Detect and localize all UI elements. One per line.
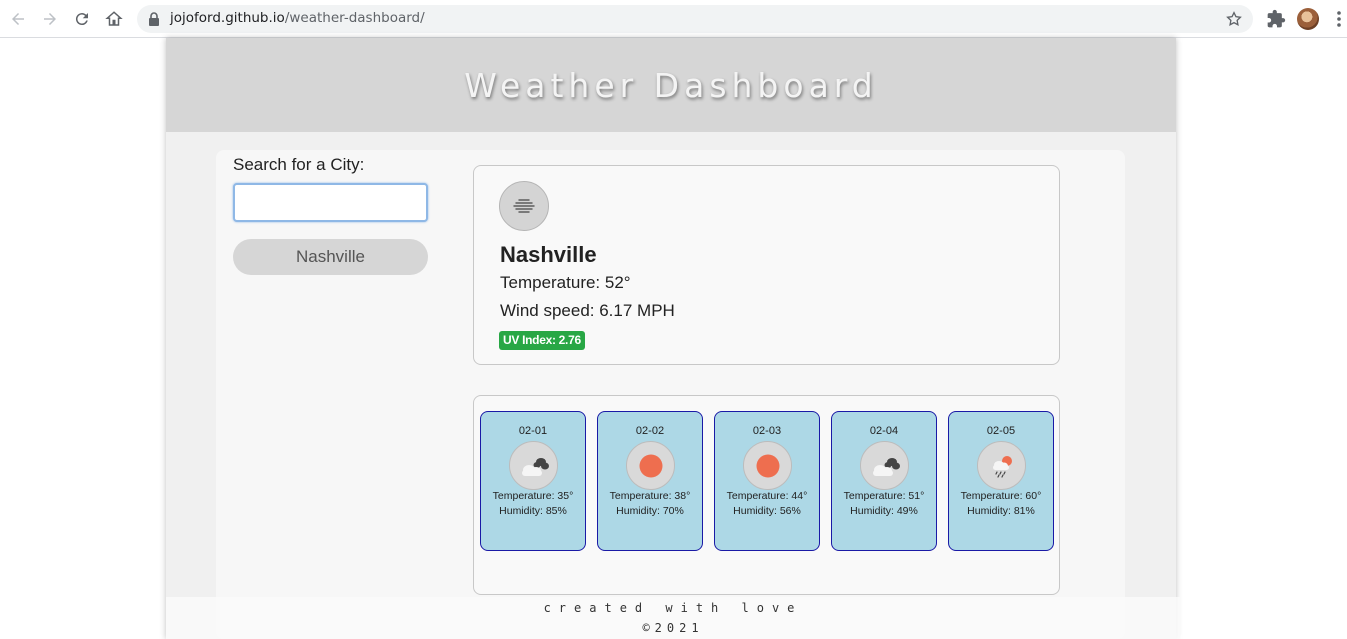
bookmark-star-icon[interactable] xyxy=(1225,10,1243,28)
url-text: jojoford.github.io/weather-dashboard/ xyxy=(170,10,425,26)
search-label: Search for a City: xyxy=(233,155,365,174)
forecast-temperature: Temperature: 38° xyxy=(609,490,691,502)
home-icon xyxy=(105,11,123,26)
sun-icon xyxy=(626,441,675,490)
page-title: Weather Dashboard xyxy=(464,65,878,105)
forecast-humidity: Humidity: 70% xyxy=(616,505,684,517)
current-city-name: Nashville xyxy=(500,242,597,267)
current-wind-speed: Wind speed: 6.17 MPH xyxy=(500,301,675,320)
cloudy-icon xyxy=(509,441,558,490)
url-host: jojoford.github.io xyxy=(170,10,285,26)
current-weather-card: Nashville Temperature: 52° Wind speed: 6… xyxy=(473,165,1060,365)
footer-tagline: created with love xyxy=(543,601,803,615)
forecast-humidity: Humidity: 56% xyxy=(733,505,801,517)
page: Weather Dashboard Search for a City: Nas… xyxy=(166,38,1176,639)
sun-icon xyxy=(743,441,792,490)
browser-toolbar: jojoford.github.io/weather-dashboard/ xyxy=(0,0,1347,38)
forecast-date: 02-01 xyxy=(518,425,548,437)
forecast-date: 02-04 xyxy=(869,425,899,437)
reload-button[interactable] xyxy=(70,7,94,31)
main-content: Search for a City: Nashville Nashville T… xyxy=(216,150,1125,639)
city-search-input[interactable] xyxy=(233,183,428,222)
forecast-date: 02-03 xyxy=(752,425,782,437)
rain-icon xyxy=(977,441,1026,490)
forecast-date: 02-02 xyxy=(635,425,665,437)
forecast-date: 02-05 xyxy=(986,425,1016,437)
forecast-humidity: Humidity: 81% xyxy=(967,505,1035,517)
forecast-card: 02-03 Temperature: 44° Humidity: 56% xyxy=(714,411,820,551)
forecast-temperature: Temperature: 51° xyxy=(843,490,925,502)
address-bar[interactable]: jojoford.github.io/weather-dashboard/ xyxy=(137,5,1253,33)
current-temperature: Temperature: 52° xyxy=(500,273,631,292)
home-button[interactable] xyxy=(102,7,126,31)
forecast-humidity: Humidity: 85% xyxy=(499,505,567,517)
forecast-card: 02-04 Temperature: 51° Humidity: 49% xyxy=(831,411,937,551)
url-path: /weather-dashboard/ xyxy=(284,10,425,26)
back-button[interactable] xyxy=(6,7,30,31)
forward-button[interactable] xyxy=(38,7,62,31)
profile-avatar[interactable] xyxy=(1297,8,1319,30)
reload-icon xyxy=(75,13,88,26)
forecast-temperature: Temperature: 60° xyxy=(960,490,1042,502)
forecast-card: 02-01 Temperature: 35° Humidity: 85% xyxy=(480,411,586,551)
browser-menu-icon[interactable] xyxy=(1332,10,1346,28)
footer-copyright: ©2021 xyxy=(642,621,704,635)
cloudy-icon xyxy=(860,441,909,490)
forecast-humidity: Humidity: 49% xyxy=(850,505,918,517)
back-arrow-icon xyxy=(12,13,24,25)
forecast-card: 02-05 Temperature: 60° Humidity: 81% xyxy=(948,411,1054,551)
forecast-card: 02-02 Temperature: 38° Humidity: 70% xyxy=(597,411,703,551)
forecast-temperature: Temperature: 35° xyxy=(492,490,574,502)
page-footer: created with love ©2021 xyxy=(166,597,1180,639)
lock-icon xyxy=(149,12,159,26)
five-day-forecast: 02-01 Temperature: 35° Humidity: 85% 02-… xyxy=(473,395,1060,595)
forward-arrow-icon xyxy=(44,13,56,25)
mist-icon xyxy=(499,181,549,231)
extensions-puzzle-icon[interactable] xyxy=(1266,9,1286,29)
search-history-button-nashville[interactable]: Nashville xyxy=(233,239,428,275)
page-header: Weather Dashboard xyxy=(166,38,1176,132)
uv-index-badge: UV Index: 2.76 xyxy=(499,331,585,350)
forecast-temperature: Temperature: 44° xyxy=(726,490,808,502)
